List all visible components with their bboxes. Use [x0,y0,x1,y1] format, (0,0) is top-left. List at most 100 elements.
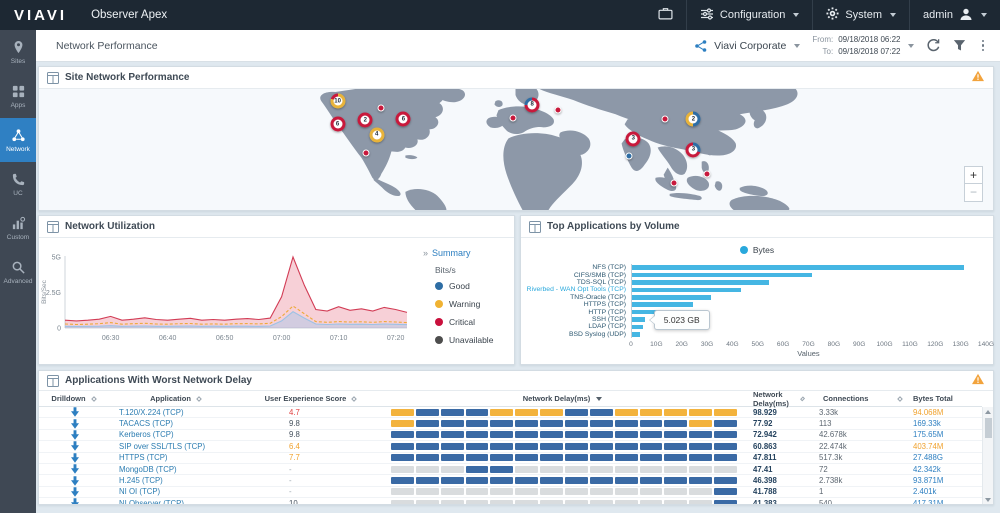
user-menu[interactable]: admin [909,0,1000,30]
time-range-picker[interactable]: From: To: 09/18/2018 06:22 09/18/2018 07… [812,34,913,57]
map-cluster-marker[interactable]: 10 [330,94,345,109]
sort-icon[interactable] [352,396,358,402]
sort-icon[interactable] [196,396,202,402]
volume-bar[interactable] [632,325,643,330]
delay-status-bar[interactable] [391,477,737,484]
application-link[interactable]: HTTPS (TCP) [119,453,168,462]
column-header-user-experience-score[interactable]: User Experience Score [243,394,381,403]
drilldown-arrow-icon[interactable] [71,430,79,440]
column-header-drilldown[interactable]: Drilldown [39,394,111,403]
drilldown-arrow-icon[interactable] [71,407,79,417]
user-experience-score: 4.7 [289,408,300,417]
briefcase-button[interactable] [645,0,686,30]
drilldown-arrow-icon[interactable] [71,419,79,429]
refresh-button[interactable] [926,38,941,53]
map-site-marker[interactable] [510,115,517,122]
map-site-marker[interactable] [377,105,384,112]
map-site-marker[interactable] [661,116,668,123]
map-site-marker[interactable] [554,106,561,113]
map-site-marker[interactable] [363,150,370,157]
sort-icon[interactable] [897,396,903,402]
drilldown-arrow-icon[interactable] [71,441,79,451]
volume-chart: Bytes NFS (TCP)CIFS/SMB (TCP)TDS-SQL (TC… [521,238,993,364]
delay-status-bar[interactable] [391,409,737,416]
legend-item-warning[interactable]: Warning [435,299,510,309]
application-link[interactable]: T.120/X.224 (TCP) [119,408,184,417]
sidebar-item-sites[interactable]: Sites [0,30,36,74]
delay-status-bar[interactable] [391,420,737,427]
application-link[interactable]: NI OI (TCP) [119,487,160,496]
sidebar-item-uc[interactable]: UC [0,162,36,206]
map-cluster-marker[interactable]: 2 [358,113,373,128]
application-link[interactable]: SIP over SSL/TLS (TCP) [119,442,205,451]
volume-bar[interactable] [632,332,640,337]
world-map[interactable]: 1062468233 + − [39,89,993,210]
column-header-network-delay-bar[interactable]: Network Delay(ms) [381,394,747,403]
delay-status-bar[interactable] [391,454,737,461]
legend-item-good[interactable]: Good [435,281,510,291]
sidebar-item-advanced[interactable]: Advanced [0,250,36,294]
volume-bar-row: TNS-Oracle (TCP) [521,294,993,301]
map-cluster-marker[interactable]: 3 [626,131,641,146]
volume-bar[interactable] [632,280,769,285]
warning-icon[interactable] [971,69,985,87]
more-options-button[interactable] [978,38,989,54]
map-cluster-marker[interactable]: 3 [686,142,701,157]
volume-bar[interactable] [632,302,693,307]
map-site-marker[interactable] [671,180,678,187]
volume-legend[interactable]: Bytes [521,244,993,256]
delay-status-bar[interactable] [391,431,737,438]
map-cluster-marker[interactable]: 6 [396,112,411,127]
legend-item-unavailable[interactable]: Unavailable [435,335,510,345]
sort-icon[interactable] [91,396,97,402]
drilldown-arrow-icon[interactable] [71,464,79,474]
sort-desc-icon[interactable] [596,397,602,401]
column-header-bytes-total[interactable]: Bytes Total [905,394,983,403]
map-cluster-marker[interactable]: 2 [686,112,701,127]
volume-bar[interactable] [632,265,964,270]
volume-bar[interactable] [632,273,812,278]
map-site-marker[interactable] [625,152,632,159]
filter-button[interactable] [953,39,966,52]
column-header-connections[interactable]: Connections [807,394,905,403]
column-header-application[interactable]: Application [111,394,243,403]
volume-category-label: Riverbed - WAN Opt Tools (TCP) [521,286,631,293]
warning-icon[interactable] [971,372,985,390]
map-cluster-marker[interactable]: 6 [330,117,345,132]
site-selector[interactable]: Viavi Corporate [694,39,800,53]
scroll-up-button[interactable] [983,407,993,416]
volume-bar[interactable] [632,288,741,293]
drilldown-arrow-icon[interactable] [71,487,79,497]
map-cluster-marker[interactable]: 8 [525,97,540,112]
legend-item-critical[interactable]: Critical [435,317,510,327]
sidebar-item-custom[interactable]: Custom [0,206,36,250]
summary-link[interactable]: » Summary [423,248,510,258]
delay-status-bar[interactable] [391,488,737,495]
delay-status-bar[interactable] [391,466,737,473]
delay-status-bar[interactable] [391,500,737,504]
application-link[interactable]: TACACS (TCP) [119,419,173,428]
map-site-marker[interactable] [703,170,710,177]
map-cluster-marker[interactable]: 4 [369,127,384,142]
sidebar-item-network[interactable]: Network [0,118,36,162]
drilldown-arrow-icon[interactable] [71,453,79,463]
map-zoom-out-button[interactable]: − [964,184,983,202]
map-zoom-in-button[interactable]: + [964,166,983,184]
configuration-menu[interactable]: Configuration [686,0,812,30]
scrollbar-thumb[interactable] [985,418,992,438]
table-scrollbar[interactable] [982,407,993,504]
drilldown-arrow-icon[interactable] [71,476,79,486]
application-link[interactable]: Kerberos (TCP) [119,430,174,439]
volume-bar[interactable] [632,317,645,322]
application-link[interactable]: NI Observer (TCP) [119,499,184,504]
legend-dot [435,318,443,326]
sidebar-item-apps[interactable]: Apps [0,74,36,118]
system-menu[interactable]: System [812,0,909,30]
volume-bar[interactable] [632,295,711,300]
scroll-down-button[interactable] [983,495,993,504]
drilldown-arrow-icon[interactable] [71,498,79,504]
application-link[interactable]: H.245 (TCP) [119,476,163,485]
column-header-network-delay[interactable]: Network Delay(ms) [747,390,807,408]
application-link[interactable]: MongoDB (TCP) [119,465,177,474]
delay-status-bar[interactable] [391,443,737,450]
